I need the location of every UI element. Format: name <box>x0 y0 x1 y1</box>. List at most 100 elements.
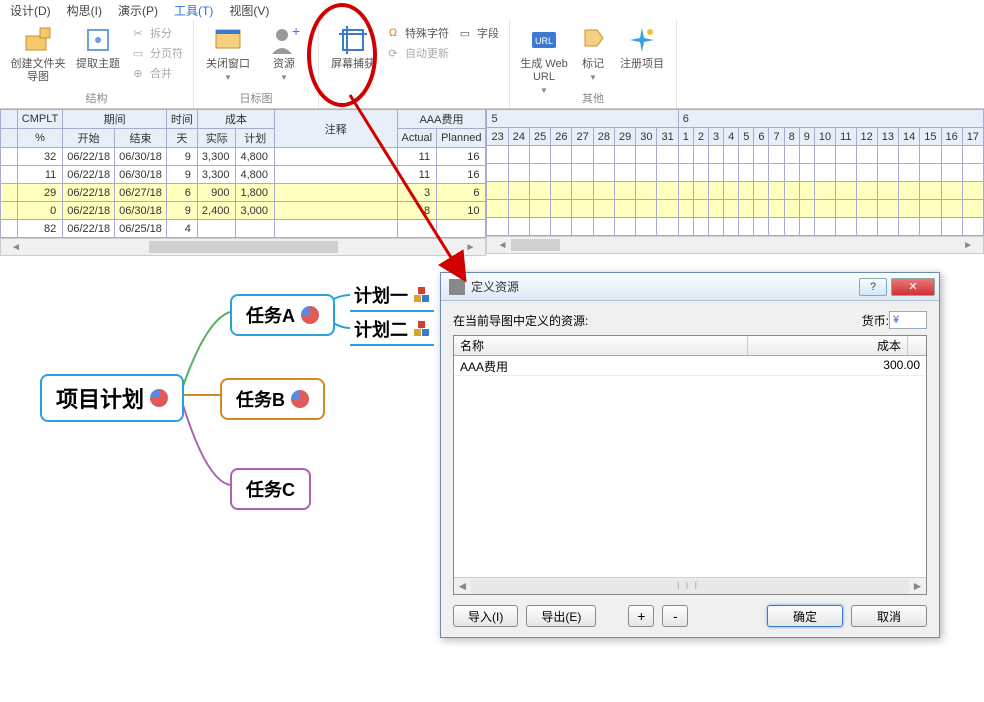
label: 注册项目 <box>620 58 664 71</box>
dialog-icon <box>449 279 465 295</box>
extract-icon <box>82 24 114 56</box>
extract-topic-button[interactable]: 提取主题 <box>70 22 126 84</box>
resource-row[interactable]: AAA费用300.00 <box>454 356 926 376</box>
close-window-button[interactable]: 关闭窗口 ▼ <box>200 22 256 82</box>
clock-icon <box>291 390 309 408</box>
ok-button[interactable]: 确定 <box>767 605 843 627</box>
clock-icon <box>301 306 319 324</box>
export-button[interactable]: 导出(E) <box>526 605 596 627</box>
label: 标记 <box>582 58 604 71</box>
special-char-button[interactable]: Ω特殊字符 <box>385 24 449 42</box>
auto-update-button[interactable]: ⟳自动更新 <box>385 44 449 62</box>
chevron-down-icon: ▼ <box>224 73 232 82</box>
label: 生成 Web URL <box>516 58 572 84</box>
task-a-node[interactable]: 任务A <box>230 294 335 336</box>
chevron-down-icon: ▼ <box>589 73 597 82</box>
help-button[interactable]: ? <box>859 278 887 296</box>
crop-icon <box>337 24 369 56</box>
sparkle-icon <box>626 24 658 56</box>
clock-icon <box>150 389 168 407</box>
page-break-icon: ▭ <box>130 45 146 61</box>
cancel-button[interactable]: 取消 <box>851 605 927 627</box>
table-row[interactable]: 006/22/1806/30/1892,4003,000810 <box>1 202 486 220</box>
grid-hscroll-left[interactable]: ◄► <box>0 238 486 256</box>
table-row[interactable] <box>487 218 984 236</box>
url-icon: URL <box>528 24 560 56</box>
resource-table[interactable]: 名称 成本 AAA费用300.00 ◄III► <box>453 335 927 595</box>
mark-button[interactable]: 标记 ▼ <box>572 22 614 95</box>
dialog-desc: 在当前导图中定义的资源: <box>453 312 588 329</box>
create-folder-map-button[interactable]: 创建文件夹导图 <box>6 22 70 84</box>
field-button[interactable]: ▭字段 <box>457 24 499 42</box>
table-row[interactable]: 8206/22/1806/25/184 <box>1 220 486 238</box>
omega-icon: Ω <box>385 25 401 41</box>
table-row[interactable]: 2906/22/1806/27/1869001,80036 <box>1 184 486 202</box>
mindmap-canvas[interactable]: 项目计划 任务A 任务B 任务C 计划一 计划二 <box>20 280 440 530</box>
root-node[interactable]: 项目计划 <box>40 374 184 422</box>
table-row[interactable] <box>487 182 984 200</box>
register-project-button[interactable]: 注册项目 <box>614 22 670 95</box>
table-row[interactable]: 1106/22/1806/30/1893,3004,8001116 <box>1 166 486 184</box>
tag-icon <box>577 24 609 56</box>
group-title: 日标图 <box>194 90 318 106</box>
merge-icon: ⊕ <box>130 65 146 81</box>
screen-capture-button[interactable]: 屏幕捕获 <box>325 22 381 71</box>
menu-yanshi[interactable]: 演示(P) <box>110 2 166 19</box>
ribbon-group-gantt: 关闭窗口 ▼ + 资源 ▼ 日标图 <box>194 20 319 108</box>
label: 资源 <box>273 58 295 71</box>
menu-view[interactable]: 视图(V) <box>221 2 277 19</box>
menu-gousi[interactable]: 构思(I) <box>59 2 110 19</box>
label: 提取主题 <box>76 58 120 71</box>
group-title: 其他 <box>510 90 676 106</box>
field-icon: ▭ <box>457 25 473 41</box>
dialog-title-text: 定义资源 <box>471 278 519 295</box>
label: 屏幕捕获 <box>331 58 375 71</box>
table-hscroll[interactable]: ◄III► <box>454 577 926 594</box>
data-grid[interactable]: CMPLT 期间 时间 成本 注释 AAA费用 % 开始 结束 天 实际 计划 … <box>0 109 486 238</box>
task-b-node[interactable]: 任务B <box>220 378 325 420</box>
grid-left: CMPLT 期间 时间 成本 注释 AAA费用 % 开始 结束 天 实际 计划 … <box>0 109 486 256</box>
grid-hscroll-right[interactable]: ◄► <box>486 236 984 254</box>
table-row[interactable] <box>487 146 984 164</box>
folder-map-icon <box>22 24 54 56</box>
table-row[interactable] <box>487 200 984 218</box>
svg-text:+: + <box>292 24 300 39</box>
import-button[interactable]: 导入(I) <box>453 605 518 627</box>
plan-1-node[interactable]: 计划一 <box>350 280 434 312</box>
ribbon-group-other: URL 生成 Web URL ▼ 标记 ▼ 注册项目 其他 <box>510 20 677 108</box>
svg-text:URL: URL <box>535 36 553 46</box>
dialog-titlebar[interactable]: 定义资源 ? ✕ <box>441 273 939 301</box>
menu-tools[interactable]: 工具(T) <box>166 2 221 19</box>
col-name[interactable]: 名称 <box>454 336 748 355</box>
split-icon: ✂ <box>130 25 146 41</box>
menu-design[interactable]: 设计(D) <box>2 2 59 19</box>
resource-button[interactable]: + 资源 ▼ <box>256 22 312 82</box>
remove-button[interactable]: - <box>662 605 688 627</box>
table-row[interactable]: 3206/22/1806/30/1893,3004,8001116 <box>1 148 486 166</box>
menu-bar: 设计(D) 构思(I) 演示(P) 工具(T) 视图(V) <box>0 0 984 20</box>
grid-right: 56 2324252627282930311234567891011121314… <box>486 109 984 256</box>
timeline-grid[interactable]: 56 2324252627282930311234567891011121314… <box>486 109 984 236</box>
currency-input[interactable] <box>889 311 927 329</box>
label: 创建文件夹导图 <box>6 58 70 84</box>
split-button[interactable]: ✂拆分 <box>130 24 183 42</box>
table-row[interactable] <box>487 164 984 182</box>
add-button[interactable]: + <box>628 605 654 627</box>
ribbon: 创建文件夹导图 提取主题 ✂拆分 ▭分页符 ⊕合并 结构 关闭窗口 ▼ + 资源 <box>0 20 984 109</box>
cube-icon <box>414 287 430 303</box>
col-cost[interactable]: 成本 <box>748 336 908 355</box>
merge-button[interactable]: ⊕合并 <box>130 64 183 82</box>
page-break-button[interactable]: ▭分页符 <box>130 44 183 62</box>
close-button[interactable]: ✕ <box>891 278 935 296</box>
cube-icon <box>414 321 430 337</box>
task-c-node[interactable]: 任务C <box>230 468 311 510</box>
person-add-icon: + <box>268 24 300 56</box>
gen-web-url-button[interactable]: URL 生成 Web URL ▼ <box>516 22 572 95</box>
currency-label: 货币: <box>862 312 889 329</box>
ribbon-group-structure: 创建文件夹导图 提取主题 ✂拆分 ▭分页符 ⊕合并 结构 <box>0 20 194 108</box>
chevron-down-icon: ▼ <box>280 73 288 82</box>
refresh-icon: ⟳ <box>385 45 401 61</box>
ribbon-group-capture: 屏幕捕获 Ω特殊字符 ⟳自动更新 ▭字段 <box>319 20 510 108</box>
plan-2-node[interactable]: 计划二 <box>350 314 434 346</box>
close-window-icon <box>212 24 244 56</box>
